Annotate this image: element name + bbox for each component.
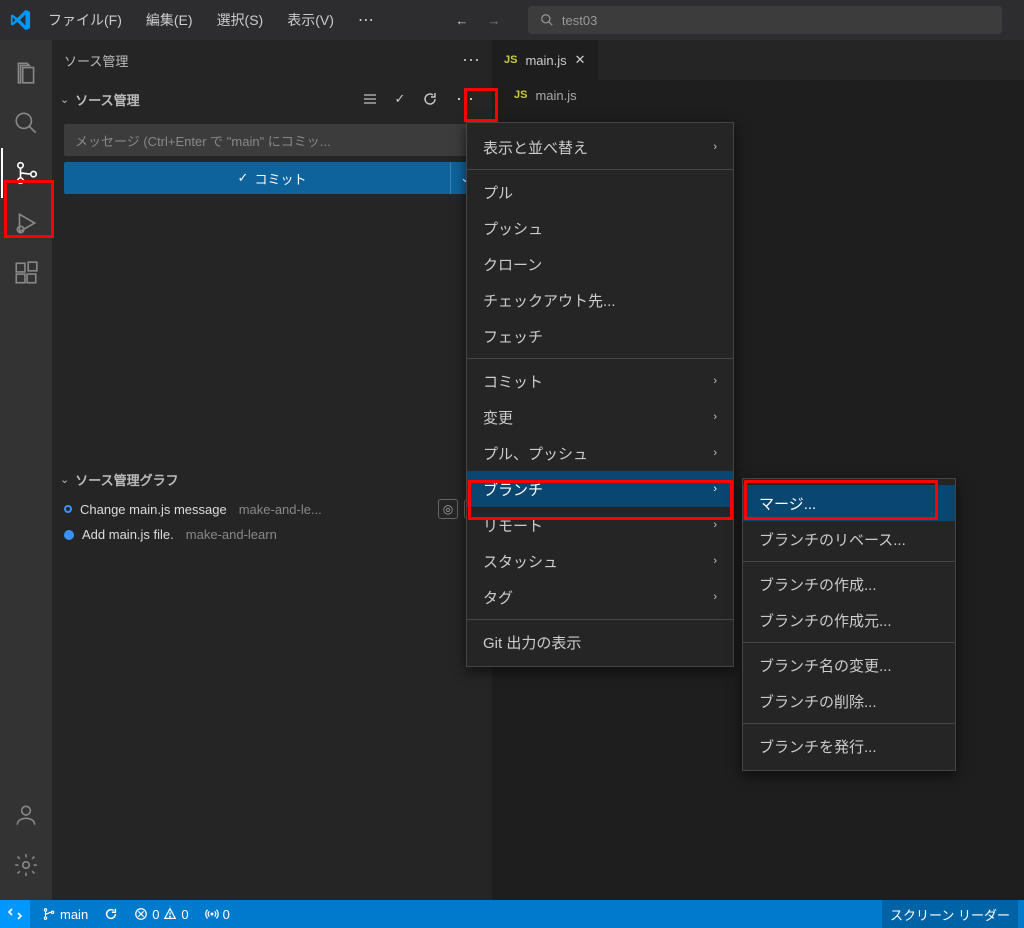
- search-icon: [540, 13, 554, 27]
- commit-row[interactable]: Add main.js file. make-and-learn: [52, 523, 492, 546]
- command-search-input[interactable]: test03: [528, 6, 1002, 34]
- settings-gear-icon[interactable]: [1, 840, 51, 890]
- tab-main-js[interactable]: JS main.js ✕: [492, 40, 599, 80]
- commit-check-icon[interactable]: ✓: [390, 89, 410, 109]
- branch-submenu: マージ... ブランチのリベース... ブランチの作成... ブランチの作成元.…: [742, 478, 956, 771]
- extensions-icon[interactable]: [1, 248, 51, 298]
- status-branch-label: main: [60, 907, 88, 922]
- scm-more-actions-icon[interactable]: ⋯: [450, 84, 480, 114]
- scm-title: ソース管理: [64, 51, 128, 70]
- search-activity-icon[interactable]: [1, 98, 51, 148]
- menu-commit[interactable]: コミット›: [467, 363, 733, 399]
- chevron-down-icon[interactable]: ⌄: [60, 473, 69, 486]
- editor-tabs: JS main.js ✕: [492, 40, 1024, 80]
- commit-target-icon[interactable]: ◎: [438, 499, 458, 519]
- remote-indicator-icon[interactable]: [0, 900, 30, 928]
- submenu-merge[interactable]: マージ...: [743, 485, 955, 521]
- js-file-icon: JS: [514, 89, 527, 101]
- tab-label: main.js: [525, 53, 566, 68]
- status-screen-reader[interactable]: スクリーン リーダー: [882, 900, 1018, 928]
- scm-graph-title: ソース管理グラフ: [75, 470, 178, 489]
- sync-icon: [104, 907, 118, 921]
- menu-view[interactable]: 表示(V): [277, 4, 344, 36]
- scm-sidebar: ソース管理 ⋯ ⌄ ソース管理 ✓ ⋯ メッセージ (Ctrl+Enter で …: [52, 40, 492, 900]
- tree-view-icon[interactable]: [360, 89, 380, 109]
- menu-more-icon[interactable]: ⋯: [348, 4, 384, 36]
- commit-author: make-and-learn: [186, 527, 277, 542]
- debug-icon[interactable]: [1, 198, 51, 248]
- status-errors-count: 0: [152, 907, 159, 922]
- menu-pull[interactable]: プル: [467, 174, 733, 210]
- status-ports[interactable]: 0: [197, 907, 238, 922]
- scm-header-more-icon[interactable]: ⋯: [462, 50, 480, 71]
- menu-branch[interactable]: ブランチ›: [467, 471, 733, 507]
- submenu-delete[interactable]: ブランチの削除...: [743, 683, 955, 719]
- status-warnings-count: 0: [181, 907, 188, 922]
- menu-git-output[interactable]: Git 出力の表示: [467, 624, 733, 660]
- status-errors[interactable]: 0 0: [126, 907, 196, 922]
- menu-view-sort[interactable]: 表示と並べ替え›: [467, 129, 733, 165]
- js-file-icon: JS: [504, 54, 517, 66]
- nav-back-icon[interactable]: ←: [448, 6, 476, 34]
- menu-select[interactable]: 選択(S): [207, 4, 274, 36]
- menu-pull-push[interactable]: プル、プッシュ›: [467, 435, 733, 471]
- commit-dot-icon: [64, 505, 72, 513]
- status-branch[interactable]: main: [34, 907, 96, 922]
- scm-context-menu: 表示と並べ替え› プル プッシュ クローン チェックアウト先... フェッチ コ…: [466, 122, 734, 667]
- commit-button-label: コミット: [254, 169, 306, 188]
- menu-edit[interactable]: 編集(E): [136, 4, 203, 36]
- screen-reader-label: スクリーン リーダー: [890, 905, 1010, 924]
- status-sync[interactable]: [96, 907, 126, 921]
- antenna-icon: [205, 907, 219, 921]
- breadcrumb[interactable]: JS main.js: [492, 80, 1024, 110]
- scm-icon[interactable]: [1, 148, 51, 198]
- commit-dot-icon: [64, 530, 74, 540]
- menu-changes[interactable]: 変更›: [467, 399, 733, 435]
- submenu-create[interactable]: ブランチの作成...: [743, 566, 955, 602]
- submenu-rebase[interactable]: ブランチのリベース...: [743, 521, 955, 557]
- vscode-logo-icon: [6, 6, 34, 34]
- scm-section-title: ソース管理: [75, 90, 139, 109]
- commit-button[interactable]: ✓ コミット ⌄: [64, 162, 480, 194]
- menu-file[interactable]: ファイル(F): [38, 4, 132, 36]
- account-icon[interactable]: [1, 790, 51, 840]
- status-ports-count: 0: [223, 907, 230, 922]
- commit-row[interactable]: Change main.js message make-and-le... ◎ …: [52, 495, 492, 523]
- commit-message-input[interactable]: メッセージ (Ctrl+Enter で "main" にコミッ...: [64, 124, 480, 156]
- menu-checkout[interactable]: チェックアウト先...: [467, 282, 733, 318]
- commit-message: Add main.js file.: [82, 527, 174, 542]
- check-icon: ✓: [238, 170, 249, 186]
- activity-bar: [0, 40, 52, 900]
- menu-remote[interactable]: リモート›: [467, 507, 733, 543]
- breadcrumb-label: main.js: [535, 88, 576, 103]
- titlebar: ファイル(F) 編集(E) 選択(S) 表示(V) ⋯ ← → test03: [0, 0, 1024, 40]
- commit-message: Change main.js message: [80, 502, 227, 517]
- statusbar: main 0 0 0 スクリーン リーダー: [0, 900, 1024, 928]
- submenu-rename[interactable]: ブランチ名の変更...: [743, 647, 955, 683]
- warning-icon: [163, 907, 177, 921]
- submenu-create-from[interactable]: ブランチの作成元...: [743, 602, 955, 638]
- error-icon: [134, 907, 148, 921]
- branch-icon: [42, 907, 56, 921]
- submenu-publish[interactable]: ブランチを発行...: [743, 728, 955, 764]
- menu-push[interactable]: プッシュ: [467, 210, 733, 246]
- menu-tag[interactable]: タグ›: [467, 579, 733, 615]
- explorer-icon[interactable]: [1, 48, 51, 98]
- refresh-icon[interactable]: [420, 89, 440, 109]
- menu-fetch[interactable]: フェッチ: [467, 318, 733, 354]
- close-icon[interactable]: ✕: [575, 52, 586, 68]
- commit-placeholder: メッセージ (Ctrl+Enter で "main" にコミッ...: [75, 131, 331, 150]
- chevron-down-icon[interactable]: ⌄: [60, 93, 69, 106]
- commit-author: make-and-le...: [239, 502, 322, 517]
- menu-clone[interactable]: クローン: [467, 246, 733, 282]
- nav-forward-icon[interactable]: →: [480, 6, 508, 34]
- search-text: test03: [562, 13, 597, 28]
- menu-stash[interactable]: スタッシュ›: [467, 543, 733, 579]
